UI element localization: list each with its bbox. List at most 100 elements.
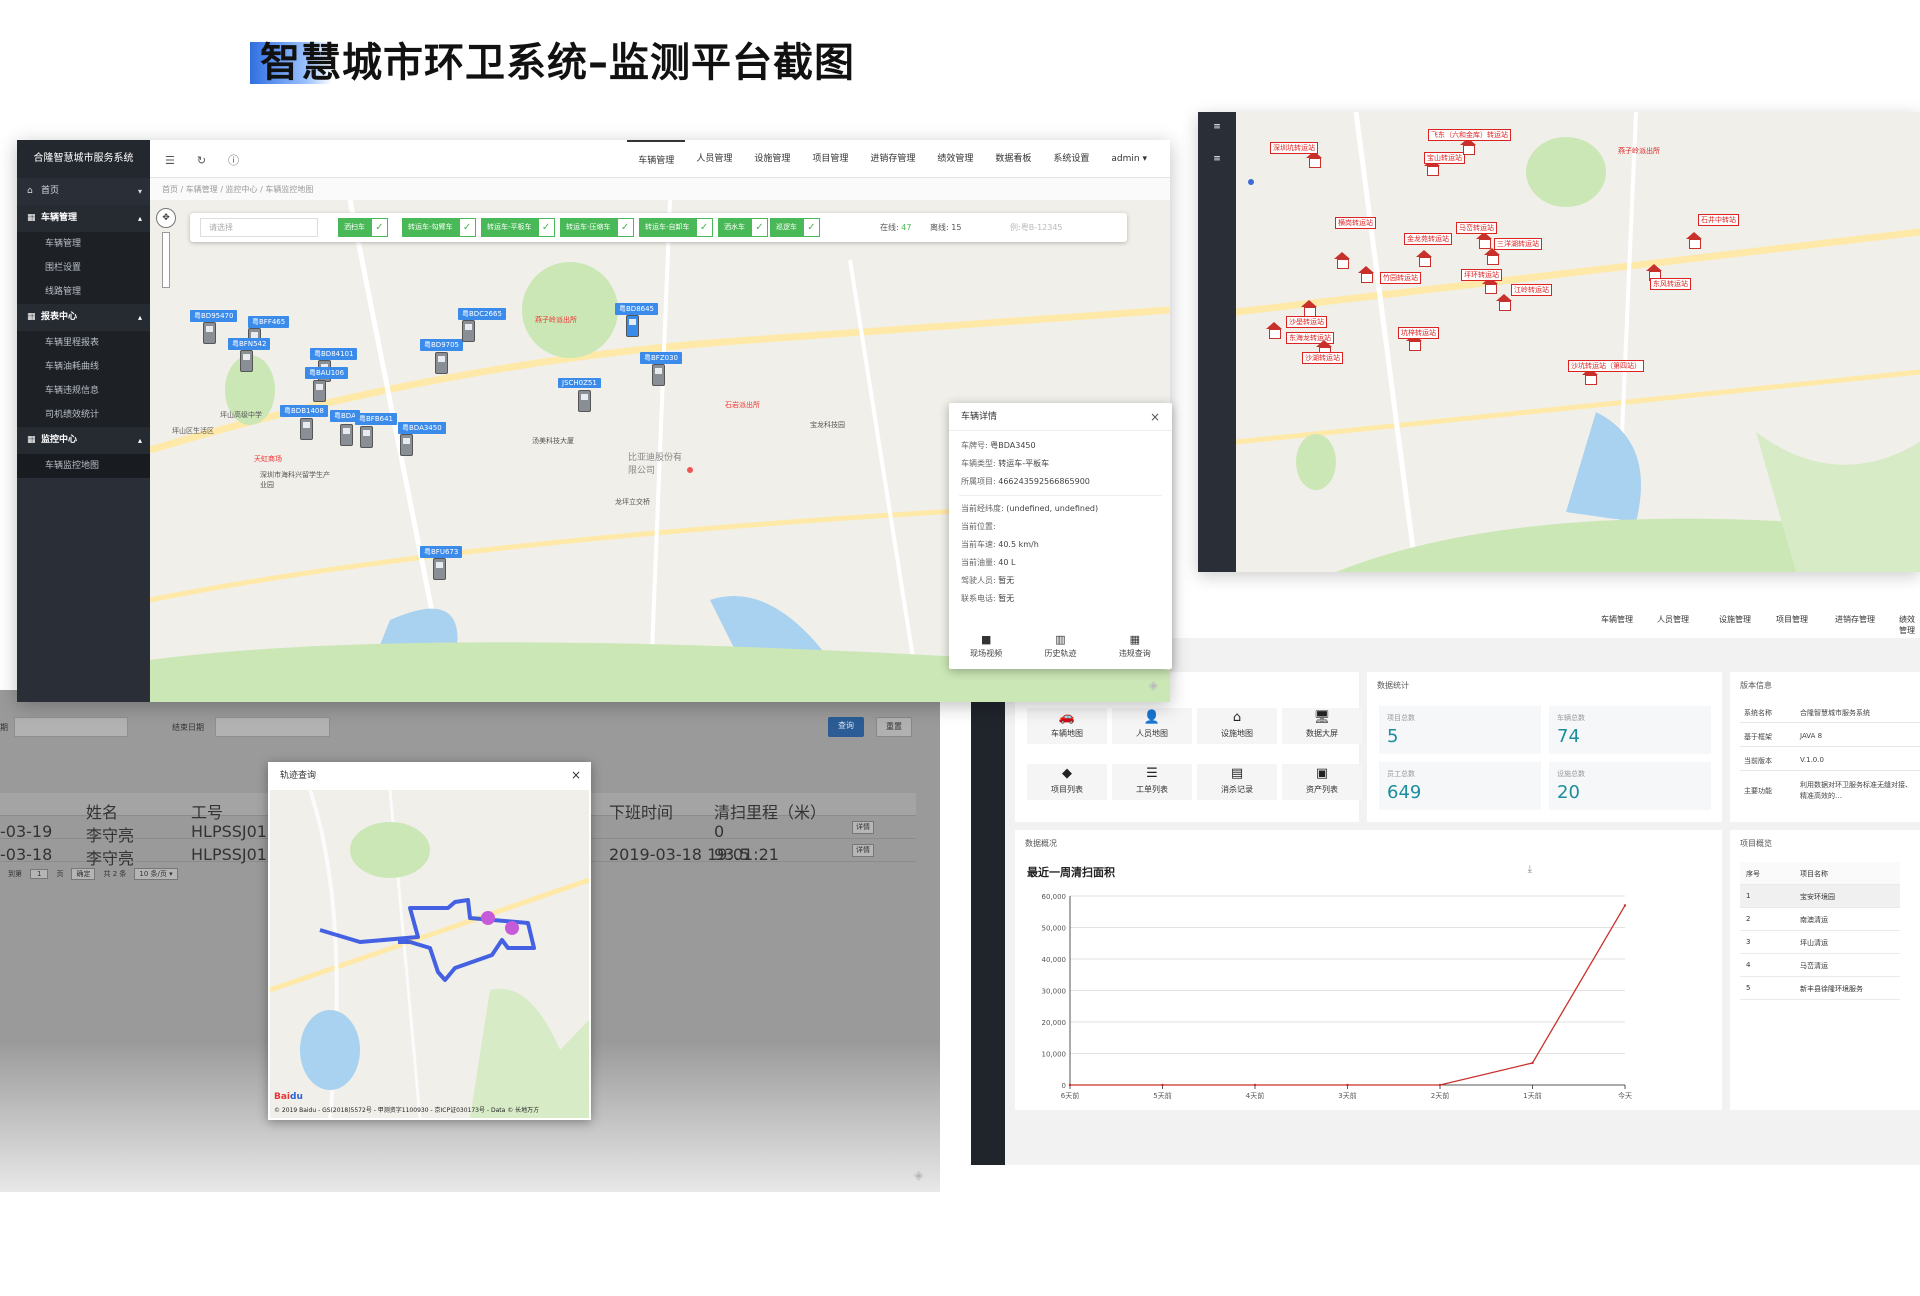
nav-inventory[interactable]: 进销存管理 [859, 140, 926, 180]
start-date-input[interactable] [14, 717, 128, 737]
page-size-select[interactable]: 10 条/页 ▾ [134, 868, 178, 880]
station-label[interactable]: 东风转运站 [1650, 278, 1691, 290]
zoom-slider[interactable] [162, 232, 170, 288]
stations-map[interactable]: 深圳坑转运站 宝山转运站 飞东（六和金库）转运站 燕子岭派出所 石井中转站 横岗… [1236, 112, 1920, 572]
nav-settings[interactable]: 系统设置 [1042, 140, 1100, 180]
filter-chip[interactable]: 转运车-压缩车 ✓ [560, 218, 634, 237]
filter-chip[interactable]: 转运车-自卸车 ✓ [639, 218, 713, 237]
truck-icon[interactable] [433, 558, 446, 580]
tile-workorder-list[interactable]: ☰ 工单列表 [1112, 764, 1192, 800]
vehicle-plate[interactable]: 粤BAU106 [305, 367, 349, 379]
vehicle-plate[interactable]: 粤BFN542 [228, 338, 271, 350]
nav-staff[interactable]: 人员管理 [685, 140, 743, 180]
truck-icon[interactable] [626, 315, 639, 337]
user-menu[interactable]: admin ▾ [1100, 140, 1158, 180]
vehicle-plate[interactable]: 粤BDC2665 [458, 308, 506, 320]
station-label[interactable]: 江岭转运站 [1511, 284, 1552, 296]
vehicle-plate[interactable]: 粤BD84101 [310, 348, 358, 360]
truck-icon[interactable] [652, 364, 665, 386]
nav-facilities[interactable]: 设施管理 [743, 140, 801, 180]
vehicle-plate[interactable]: 粤BFB641 [355, 413, 397, 425]
menu-icon[interactable]: ≡ [1198, 122, 1236, 132]
tile-asset-list[interactable]: ▣ 资产列表 [1282, 764, 1362, 800]
table-row[interactable]: 2 南澳清运 [1740, 908, 1900, 931]
truck-icon[interactable] [313, 380, 326, 402]
sidebar-group-reports[interactable]: ▦ 报表中心 ▴ [17, 304, 150, 331]
station-label[interactable]: 横岗转运站 [1335, 217, 1376, 229]
truck-icon[interactable] [300, 418, 313, 440]
vehicle-plate[interactable]: JSCH0Z51 [558, 378, 601, 388]
tile-facility-map[interactable]: ⌂ 设施地图 [1197, 708, 1277, 744]
map-pan-control[interactable]: ✥ [156, 208, 176, 228]
filter-chip[interactable]: 转运车-勾臂车 ✓ [402, 218, 476, 237]
sidebar-item-home[interactable]: ⌂ 首页 ▾ [17, 178, 150, 205]
sidebar-item-monitor-map[interactable]: 车辆监控地图 [17, 454, 150, 478]
tile-data-screen[interactable]: 🖥 数据大屏 [1282, 708, 1362, 744]
station-label[interactable]: 沙壆转运站 [1286, 316, 1327, 328]
reset-button[interactable]: 重置 [876, 717, 912, 737]
truck-icon[interactable] [400, 434, 413, 456]
vehicle-plate[interactable]: 粤BD9705 [420, 339, 464, 351]
truck-icon[interactable] [240, 350, 253, 372]
sidebar-item-vehicle-mgmt[interactable]: 车辆管理 [17, 232, 150, 256]
page-confirm-button[interactable]: 确定 [71, 868, 96, 880]
dash-nav-item[interactable]: 项目管理 [1776, 614, 1808, 625]
filter-chip[interactable]: 转运车-平板车 ✓ [481, 218, 555, 237]
station-label[interactable]: 坑梓转运站 [1398, 327, 1439, 339]
vehicle-plate[interactable]: 粤BD95470 [190, 310, 238, 322]
truck-icon[interactable] [435, 352, 448, 374]
track-map[interactable]: Baidu © 2019 Baidu - GS(2018)5572号 - 甲测资… [270, 790, 589, 1118]
sidebar-group-monitor[interactable]: ▦ 监控中心 ▴ [17, 427, 150, 454]
sidebar-item-violations[interactable]: 车辆违规信息 [17, 379, 150, 403]
station-label[interactable]: 坪环转运站 [1461, 269, 1502, 281]
refresh-icon[interactable]: ↻ [197, 154, 228, 167]
detail-button[interactable]: 详情 [852, 821, 874, 834]
tile-vehicle-map[interactable]: 🚗 车辆地图 [1027, 708, 1107, 744]
menu-icon[interactable]: ≡ [1198, 154, 1236, 164]
plate-search-input[interactable]: 例:粤B-12345 [1010, 222, 1063, 233]
nav-performance[interactable]: 绩效管理 [926, 140, 984, 180]
truck-icon[interactable] [462, 320, 475, 342]
sidebar-item-fuel[interactable]: 车辆油耗曲线 [17, 355, 150, 379]
vehicle-plate[interactable]: 粤BFZ030 [640, 352, 682, 364]
dash-nav-item[interactable]: 进销存管理 [1835, 614, 1875, 625]
vehicle-plate[interactable]: 粤BFU673 [420, 546, 463, 558]
close-icon[interactable]: × [1150, 403, 1160, 431]
tile-project-list[interactable]: ◆ 项目列表 [1027, 764, 1107, 800]
page-input[interactable]: 1 [30, 869, 49, 879]
nav-projects[interactable]: 项目管理 [801, 140, 859, 180]
menu-toggle-icon[interactable]: ☰ [165, 154, 197, 167]
dash-nav-item[interactable]: 绩效管理 [1899, 614, 1920, 636]
station-label[interactable]: 宝山转运站 [1424, 152, 1465, 164]
vehicle-plate[interactable]: 粤BDB1408 [280, 405, 328, 417]
project-select[interactable]: 请选择 [200, 218, 318, 237]
sidebar-group-vehicles[interactable]: ▦ 车辆管理 ▴ [17, 205, 150, 232]
tile-disinfection-records[interactable]: ▤ 消杀记录 [1197, 764, 1277, 800]
end-date-input[interactable] [215, 717, 330, 737]
vehicle-plate[interactable]: 粤BD8645 [615, 303, 659, 315]
station-label[interactable]: 石井中转站 [1698, 214, 1739, 226]
live-video-button[interactable]: ■ 现场视频 [970, 633, 1002, 659]
table-row[interactable]: 3 坪山清运 [1740, 931, 1900, 954]
sidebar-item-fence[interactable]: 围栏设置 [17, 256, 150, 280]
station-label[interactable]: 马峦转运站 [1456, 222, 1497, 234]
station-label[interactable]: 深圳坑转运站 [1270, 142, 1318, 154]
tile-staff-map[interactable]: 👤 人员地图 [1112, 708, 1192, 744]
vehicle-plate[interactable]: 粤BDA3450 [398, 422, 446, 434]
dash-nav-item[interactable]: 设施管理 [1719, 614, 1751, 625]
filter-chip[interactable]: 洒水车 ✓ [718, 218, 768, 237]
truck-icon[interactable] [203, 322, 216, 344]
truck-icon[interactable] [578, 390, 591, 412]
truck-icon[interactable] [340, 424, 353, 446]
truck-icon[interactable] [360, 426, 373, 448]
dash-nav-item[interactable]: 车辆管理 [1601, 614, 1633, 625]
station-label[interactable]: 沙坑转运站（第四站） [1568, 360, 1644, 372]
violation-query-button[interactable]: ▦ 违规查询 [1119, 633, 1151, 659]
history-track-button[interactable]: ▥ 历史轨迹 [1044, 633, 1076, 659]
filter-chip[interactable]: 洒扫车 ✓ [338, 218, 388, 237]
station-label[interactable]: 飞东（六和金库）转运站 [1428, 129, 1511, 141]
sidebar-item-routes[interactable]: 线路管理 [17, 280, 150, 304]
nav-vehicles[interactable]: 车辆管理 [627, 140, 686, 180]
search-button[interactable]: 查询 [828, 717, 864, 737]
close-icon[interactable]: × [571, 768, 581, 782]
